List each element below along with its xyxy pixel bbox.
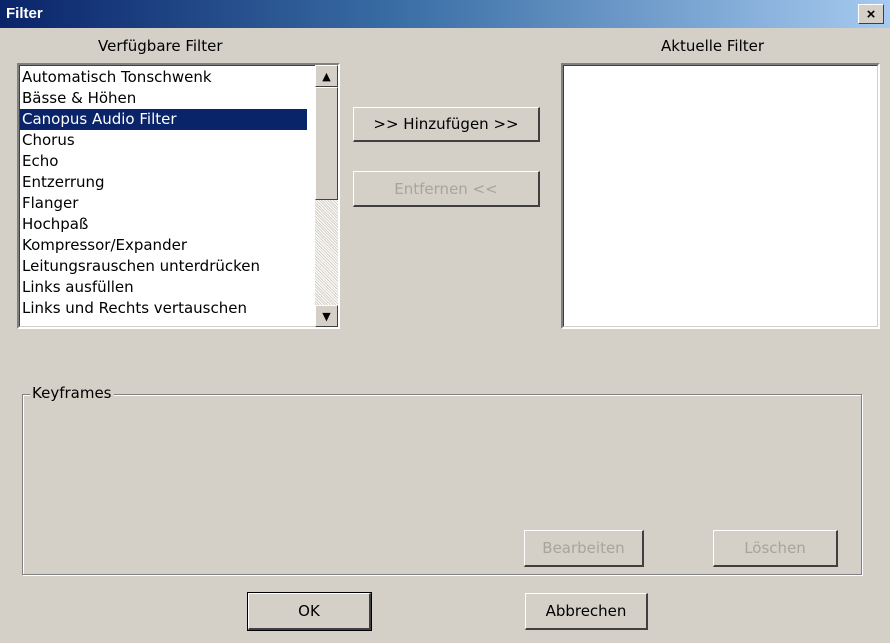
filter-list-item[interactable]: Entzerrung xyxy=(20,172,307,193)
add-filter-button[interactable]: >> Hinzufügen >> xyxy=(353,107,540,142)
close-button[interactable]: × xyxy=(858,4,884,24)
delete-keyframe-button[interactable]: Löschen xyxy=(713,530,838,567)
filter-list-item[interactable]: Canopus Audio Filter xyxy=(20,109,307,130)
filter-list-item[interactable]: Echo xyxy=(20,151,307,172)
window-title: Filter xyxy=(6,5,43,22)
arrow-up-icon: ▲ xyxy=(322,69,331,83)
filter-list-item[interactable]: Leitungsrauschen unterdrücken xyxy=(20,256,307,277)
current-filters-label: Aktuelle Filter xyxy=(661,37,765,55)
filter-list-item[interactable]: Bässe & Höhen xyxy=(20,88,307,109)
title-bar: Filter × xyxy=(0,0,890,28)
edit-keyframe-button[interactable]: Bearbeiten xyxy=(524,530,644,567)
remove-filter-button[interactable]: Entfernen << xyxy=(353,171,540,207)
cancel-button[interactable]: Abbrechen xyxy=(525,593,648,630)
filter-list-item[interactable]: Chorus xyxy=(20,130,307,151)
filter-list-item[interactable]: Kompressor/Expander xyxy=(20,235,307,256)
filter-list-item[interactable]: Automatisch Tonschwenk xyxy=(20,67,307,88)
arrow-down-icon: ▼ xyxy=(322,309,331,323)
filter-list-item[interactable]: Links ausfüllen xyxy=(20,277,307,298)
filter-list-item[interactable]: Links und Rechts vertauschen xyxy=(20,298,307,319)
close-icon: × xyxy=(866,5,876,23)
vertical-scrollbar[interactable]: ▲ ▼ xyxy=(315,65,338,327)
keyframes-label: Keyframes xyxy=(30,384,114,402)
ok-button[interactable]: OK xyxy=(247,592,372,631)
available-filters-list[interactable]: Automatisch Tonschwenk Bässe & Höhen Canop… xyxy=(17,63,340,329)
available-filters-items: Automatisch Tonschwenk Bässe & Höhen Canop… xyxy=(20,67,307,319)
scroll-down-button[interactable]: ▼ xyxy=(315,305,338,327)
filter-list-item[interactable]: Hochpaß xyxy=(20,214,307,235)
filter-list-item[interactable]: Flanger xyxy=(20,193,307,214)
scroll-up-button[interactable]: ▲ xyxy=(315,65,338,87)
available-filters-label: Verfügbare Filter xyxy=(98,37,223,55)
current-filters-list[interactable] xyxy=(561,63,880,329)
scroll-thumb[interactable] xyxy=(315,87,338,200)
current-filters-list-frame xyxy=(563,65,878,327)
